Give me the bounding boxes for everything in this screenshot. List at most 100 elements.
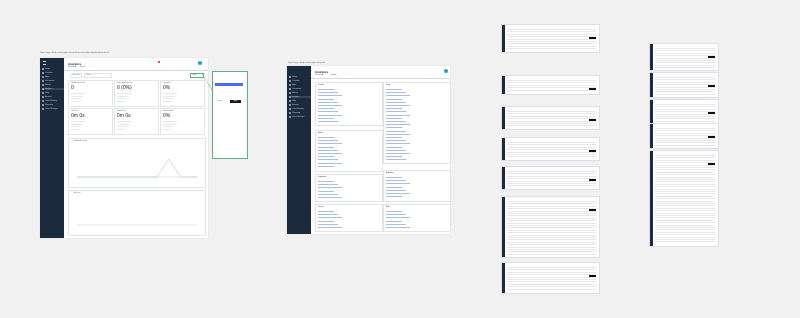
mini-screen — [501, 262, 600, 294]
report-section: Audit — [383, 204, 451, 232]
nav-icon — [42, 80, 44, 83]
mini-button[interactable] — [589, 209, 596, 211]
frame1-nav-item[interactable]: Reporting — [42, 104, 64, 107]
kpi-card: Total Time 0m 0s — [68, 108, 113, 135]
dropdown-option-selected[interactable] — [215, 83, 243, 86]
mini-button[interactable] — [589, 119, 596, 121]
frame1-nav-item[interactable]: Users Meeting — [42, 100, 64, 103]
frame2-user-avatar[interactable] — [444, 69, 448, 73]
kpi-value: 0% — [163, 85, 171, 91]
frame1-nav-item[interactable]: Users Manager — [42, 108, 64, 111]
frame2-nav-item[interactable]: Users Manager — [289, 116, 311, 119]
frame2-nav-item[interactable]: Analytics — [289, 96, 311, 99]
filter-dropdown[interactable]: Last 7 days — [70, 73, 82, 78]
nav-label: Documents — [45, 80, 55, 83]
chart-total-users: Total Users — [68, 190, 206, 236]
frame1-nav-item[interactable]: Home — [42, 68, 64, 71]
frame2-nav-item[interactable]: Documents — [289, 88, 311, 91]
frame1-nav-item[interactable]: Documents — [42, 80, 64, 83]
nav-icon — [42, 68, 44, 71]
frame1-nav-item[interactable]: Activity — [42, 84, 64, 87]
nav-icon — [42, 72, 44, 75]
nav-label: Users Meeting — [45, 100, 57, 103]
frame2-nav-item[interactable]: Help — [289, 100, 311, 103]
mini-button[interactable] — [708, 56, 715, 58]
chart-total-apps-plot — [77, 158, 197, 178]
kpi-card: Utilization Rate 0% — [160, 108, 205, 135]
nav-label: Calendar — [45, 72, 53, 75]
nav-label: Analytics — [45, 88, 53, 91]
mini-button[interactable] — [589, 150, 596, 152]
mini-sidebar — [502, 138, 505, 160]
frame2-nav-item[interactable]: Account — [289, 104, 311, 107]
menu-icon[interactable] — [43, 61, 46, 65]
search-input[interactable]: Search — [84, 73, 112, 78]
frame2-nav-item[interactable]: Reporting — [289, 112, 311, 115]
kpi-label: Average Time — [117, 111, 127, 112]
nav-label: Users Meeting — [292, 108, 304, 111]
mini-screen — [649, 99, 719, 125]
mini-sidebar — [650, 73, 653, 97]
frame2-nav-item[interactable]: Home — [289, 76, 311, 79]
frame2-nav-item[interactable]: Calendar — [289, 80, 311, 83]
mini-button[interactable] — [708, 163, 715, 165]
frame1-board: Home Calendar Apps Documents Activity Analyti… — [40, 58, 208, 238]
report-section-title: Security — [318, 207, 324, 208]
mini-screen — [501, 106, 600, 130]
mini-button[interactable] — [589, 275, 596, 277]
nav-label: Calendar — [292, 80, 300, 83]
frame2-nav-item[interactable]: Apps — [289, 84, 311, 87]
frame2-tab-dashboards[interactable]: Dashboards — [315, 75, 324, 76]
frame2-nav-item[interactable]: Activity — [289, 92, 311, 95]
nav-label: Activity — [45, 84, 51, 87]
frame2-board: Home Calendar Apps Documents Activity Analyti… — [287, 66, 451, 234]
mini-button[interactable] — [708, 112, 715, 114]
nav-icon — [289, 88, 291, 91]
frame1-tab-dashboards[interactable]: Dashboards — [68, 67, 77, 68]
frame1-nav-item[interactable]: Apps — [42, 76, 64, 79]
nav-icon — [289, 96, 291, 99]
mini-sidebar — [650, 151, 653, 246]
mini-screen — [649, 123, 719, 149]
nav-icon — [289, 80, 291, 83]
mini-button[interactable] — [589, 37, 596, 39]
nav-icon — [289, 108, 291, 111]
nav-label: Home — [45, 68, 50, 71]
mini-button[interactable] — [708, 85, 715, 87]
kpi-card: Completion 0% — [160, 80, 205, 107]
frame1-tab-reports[interactable]: Reports — [80, 67, 86, 68]
dropdown-apply-button[interactable]: Apply — [230, 100, 241, 103]
nav-icon — [289, 104, 291, 107]
user-avatar[interactable] — [198, 61, 202, 65]
frame1-nav-item[interactable]: Account — [42, 96, 64, 99]
frame2-nav-item[interactable]: Users Meeting — [289, 108, 311, 111]
nav-label: Account — [45, 96, 52, 99]
nav-icon — [42, 96, 44, 99]
nav-label: Help — [45, 92, 49, 95]
frame1-nav-item[interactable]: Calendar — [42, 72, 64, 75]
mini-screen — [501, 75, 600, 95]
mini-screen — [501, 137, 600, 161]
mini-screen — [501, 196, 600, 258]
frame1-nav-item[interactable]: Help — [42, 92, 64, 95]
mini-sidebar — [502, 197, 505, 257]
frame2-tab-reports[interactable]: Reports — [331, 75, 337, 76]
nav-icon — [289, 112, 291, 115]
dropdown-cancel[interactable]: Cancel — [217, 101, 222, 102]
mini-sidebar — [502, 263, 505, 293]
mini-button[interactable] — [589, 88, 596, 90]
report-section: Overview — [315, 82, 383, 126]
report-section-title: Audit — [386, 207, 390, 208]
chart-total-apps-title: Total Apps Accessed — [73, 141, 87, 142]
kpi-card: Average Time 0m 0s — [114, 108, 159, 135]
mini-screen — [649, 150, 719, 247]
nav-label: Help — [292, 100, 296, 103]
report-section: Engagement — [315, 174, 383, 202]
nav-label: Activity — [292, 92, 298, 95]
chart-total-users-title: Total Users — [73, 193, 81, 194]
frame1-nav-item[interactable]: Analytics — [42, 88, 64, 91]
dropdown-panel: Cancel Apply — [212, 71, 248, 159]
mini-button[interactable] — [708, 136, 715, 138]
nav-icon — [42, 100, 44, 103]
mini-button[interactable] — [589, 179, 596, 181]
